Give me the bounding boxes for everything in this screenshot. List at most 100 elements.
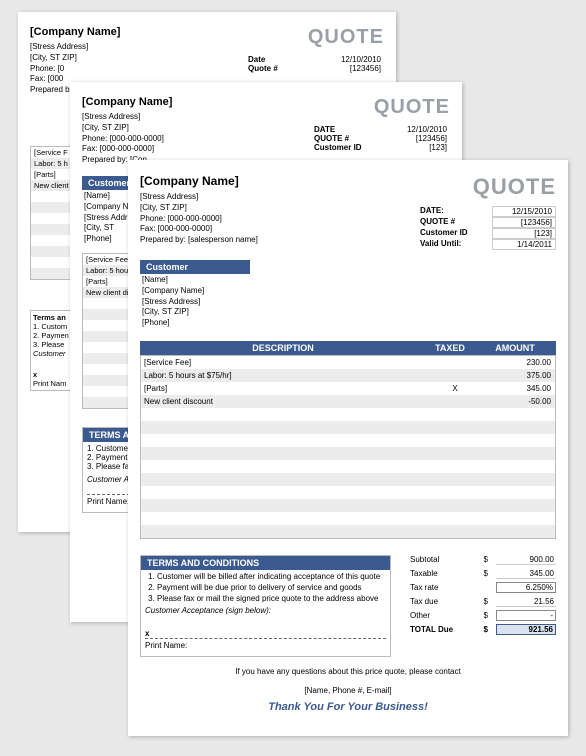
address-line: [City, ST ZIP]: [82, 123, 172, 134]
quote-meta: Date 12/10/2010 Quote # [123456]: [248, 55, 384, 73]
customer-line: [Name]: [142, 275, 556, 286]
terms-box: TERMS AND CONDITIONS Customer will be bi…: [140, 555, 391, 657]
item-row: [141, 473, 555, 486]
col-amount: AMOUNT: [480, 343, 550, 353]
fax-line: Fax: [000-000-0000]: [140, 224, 258, 235]
address-line: [Stress Address]: [140, 192, 258, 203]
meta-label: Customer ID: [420, 228, 482, 239]
phone-line: Phone: [000-000-0000]: [140, 214, 258, 225]
quote-meta: DATE12/10/2010 QUOTE #[123456] Customer …: [314, 125, 450, 152]
company-name: [Company Name]: [30, 26, 120, 38]
quote-page-front: [Company Name] [Stress Address] [City, S…: [128, 160, 568, 736]
item-row: [141, 408, 555, 421]
phone-line: Phone: [0: [30, 64, 120, 75]
item-row: [Parts]X345.00: [141, 382, 555, 395]
currency: $: [476, 611, 488, 620]
address-line: [Stress Address]: [30, 42, 120, 53]
items-header: DESCRIPTION TAXED AMOUNT: [140, 341, 556, 355]
prepared-by: Prepared by: [salesperson name]: [140, 235, 258, 246]
currency: $: [476, 569, 488, 578]
customer-line: [Company Name]: [142, 286, 556, 297]
item-row: [141, 499, 555, 512]
meta-value: [123456]: [386, 134, 450, 143]
address-line: [City, ST ZIP]: [30, 53, 120, 64]
meta-label: Customer ID: [314, 143, 376, 152]
total-label: TOTAL Due: [410, 625, 468, 634]
company-address-block: [Stress Address] [City, ST ZIP] Phone: […: [140, 192, 258, 246]
company-name: [Company Name]: [140, 174, 258, 188]
address-line: [City, ST ZIP]: [140, 203, 258, 214]
terms-heading: TERMS AND CONDITIONS: [141, 556, 390, 570]
terms-line: Customer will be billed after indicating…: [157, 572, 390, 583]
meta-value: 12/10/2010: [386, 125, 450, 134]
total-value: -: [496, 610, 556, 621]
item-amt: 375.00: [485, 371, 555, 380]
item-row: [141, 525, 555, 538]
quote-heading: QUOTE: [314, 96, 450, 119]
meta-value: 12/10/2010: [320, 55, 384, 64]
quote-heading: QUOTE: [420, 174, 556, 200]
meta-value: [123456]: [492, 217, 556, 228]
footer-line-2: [Name, Phone #, E-mail]: [140, 686, 556, 695]
meta-label: DATE:: [420, 206, 482, 217]
item-row: [141, 434, 555, 447]
phone-line: Phone: [000-000-0000]: [82, 134, 172, 145]
item-row: [141, 460, 555, 473]
meta-label: Date: [248, 55, 310, 64]
item-row: New client discount -50.00: [141, 395, 555, 408]
terms-line: Payment will be due prior to delivery of…: [157, 583, 390, 594]
meta-label: QUOTE #: [420, 217, 482, 228]
item-desc: Labor: 5 hours at $75/hr]: [141, 371, 425, 380]
meta-value: 12/15/2010: [492, 206, 556, 217]
total-value: 345.00: [496, 569, 556, 579]
quote-heading: QUOTE: [248, 26, 384, 49]
total-label: Tax rate: [410, 583, 468, 592]
meta-value: [123]: [386, 143, 450, 152]
quote-meta: DATE: 12/15/2010 QUOTE # [123456] Customer…: [420, 206, 556, 250]
meta-label: QUOTE #: [314, 134, 376, 143]
meta-label: Valid Until:: [420, 239, 482, 250]
item-desc: [Parts]: [141, 384, 425, 393]
item-amt: 345.00: [485, 384, 555, 393]
terms-line: Please fax or mail the signed price quot…: [157, 594, 390, 605]
item-row: Labor: 5 hours at $75/hr] 375.00: [141, 369, 555, 382]
meta-value: 1/14/2011: [492, 239, 556, 250]
currency: $: [476, 555, 488, 564]
col-taxed: TAXED: [420, 343, 480, 353]
total-label: Subtotal: [410, 555, 468, 564]
total-label: Tax due: [410, 597, 468, 606]
total-label: Other: [410, 611, 468, 620]
total-value: 900.00: [496, 555, 556, 565]
meta-label: Quote #: [248, 64, 310, 73]
currency: $: [476, 597, 488, 606]
item-desc: New client discount: [141, 397, 425, 406]
fax-line: Fax: [000-000-0000]: [82, 144, 172, 155]
item-desc: [Service Fee]: [141, 358, 425, 367]
address-line: [Stress Address]: [82, 112, 172, 123]
customer-line: [City, ST ZIP]: [142, 307, 556, 318]
meta-value: [123456]: [320, 64, 384, 73]
item-row: [141, 512, 555, 525]
footer-line-1: If you have any questions about this pri…: [140, 667, 556, 676]
total-value: 921.56: [496, 624, 556, 635]
terms-list: Customer will be billed after indicating…: [141, 572, 390, 604]
item-amt: -50.00: [485, 397, 555, 406]
total-label: Taxable: [410, 569, 468, 578]
total-value: 6.250%: [496, 582, 556, 593]
acceptance-line: Customer Acceptance (sign below):: [145, 606, 386, 615]
signature-line: [145, 638, 386, 639]
item-amt: 230.00: [485, 358, 555, 367]
currency: $: [476, 625, 488, 634]
print-name: Print Name:: [145, 641, 386, 650]
total-value: 21.56: [496, 597, 556, 607]
signature-x: x: [145, 629, 386, 638]
item-row: [141, 447, 555, 460]
customer-line: [Stress Address]: [142, 297, 556, 308]
company-name: [Company Name]: [82, 96, 172, 108]
customer-line: [Phone]: [142, 318, 556, 329]
customer-block: [Name] [Company Name] [Stress Address] […: [140, 275, 556, 329]
company-address-block: [Stress Address] [City, ST ZIP] Phone: […: [82, 112, 172, 166]
customer-heading: Customer: [140, 260, 250, 274]
item-row: [141, 486, 555, 499]
meta-value: [123]: [492, 228, 556, 239]
